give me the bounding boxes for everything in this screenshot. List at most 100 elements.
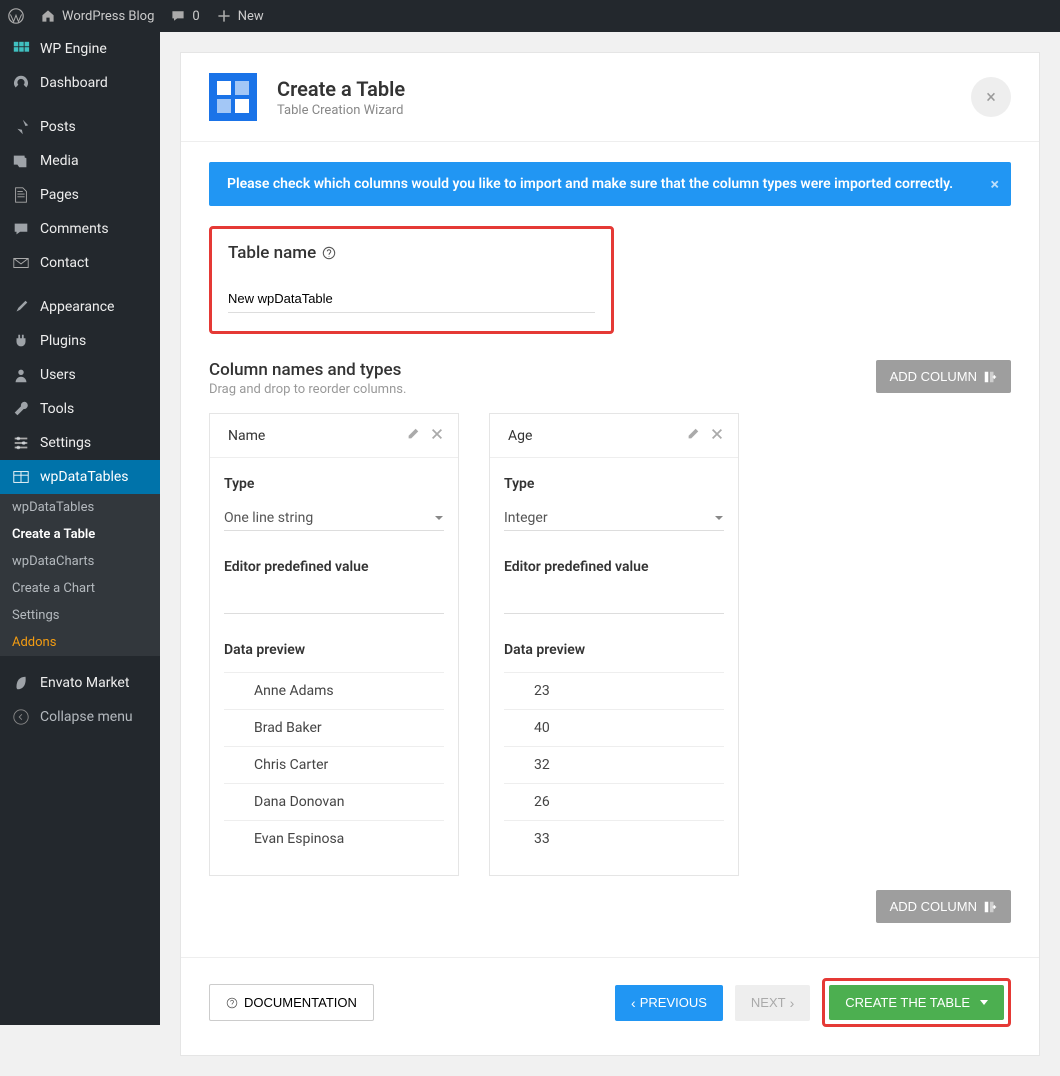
preview-label: Data preview: [504, 642, 724, 658]
column-name: Age: [502, 428, 678, 444]
previous-button[interactable]: ‹ PREVIOUS: [615, 985, 723, 1021]
columns-title: Column names and types: [209, 360, 406, 380]
grid-icon: [12, 40, 30, 58]
sidebar-item-appearance[interactable]: Appearance: [0, 290, 160, 324]
sidebar-item-comments[interactable]: Comments: [0, 212, 160, 246]
comment-icon: [170, 8, 186, 24]
card-header: Create a Table Table Creation Wizard ×: [181, 53, 1039, 142]
submenu-create-table[interactable]: Create a Table: [0, 521, 160, 548]
close-alert-button[interactable]: ×: [991, 175, 1000, 194]
pin-icon: [12, 118, 30, 136]
edit-column-button[interactable]: [684, 424, 702, 447]
submenu-wpdatacharts[interactable]: wpDataCharts: [0, 548, 160, 575]
create-table-button[interactable]: CREATE THE TABLE: [829, 985, 1004, 1020]
column-name: Name: [222, 428, 398, 444]
type-select[interactable]: Integer: [504, 506, 724, 531]
sidebar-label: Users: [40, 367, 76, 383]
delete-column-button[interactable]: [428, 424, 446, 447]
type-label: Type: [504, 476, 724, 492]
column-card-name[interactable]: Name Type One line string Editor predefi…: [209, 413, 459, 876]
preview-item: 33: [504, 820, 724, 857]
wrench-icon: [12, 400, 30, 418]
page-subtitle: Table Creation Wizard: [277, 103, 405, 118]
delete-column-button[interactable]: [708, 424, 726, 447]
preview-item: Evan Espinosa: [224, 820, 444, 857]
card-body: Please check which columns would you lik…: [181, 142, 1039, 957]
admin-bar: WordPress Blog 0 New: [0, 0, 1060, 32]
plus-icon: [216, 8, 232, 24]
leaf-icon: [12, 674, 30, 692]
submenu-settings[interactable]: Settings: [0, 602, 160, 629]
type-label: Type: [224, 476, 444, 492]
site-link[interactable]: WordPress Blog: [40, 8, 154, 24]
column-body: Type One line string Editor predefined v…: [210, 458, 458, 875]
help-icon: [226, 997, 238, 1009]
sidebar-label: Posts: [40, 119, 76, 135]
sidebar-item-wpengine[interactable]: WP Engine: [0, 32, 160, 66]
sidebar-label: Settings: [40, 435, 91, 451]
column-header: Name: [210, 414, 458, 458]
edit-column-button[interactable]: [404, 424, 422, 447]
collapse-menu[interactable]: Collapse menu: [0, 700, 160, 734]
sidebar-item-settings[interactable]: Settings: [0, 426, 160, 460]
add-column-button-bottom[interactable]: ADD COLUMN: [876, 890, 1011, 923]
column-header: Age: [490, 414, 738, 458]
table-name-section: Table name: [209, 226, 614, 334]
table-icon: [12, 468, 30, 486]
column-body: Type Integer Editor predefined value Dat…: [490, 458, 738, 875]
sidebar-item-media[interactable]: Media: [0, 144, 160, 178]
sidebar-label: Tools: [40, 401, 74, 417]
preview-label: Data preview: [224, 642, 444, 658]
close-icon: [710, 427, 724, 441]
page-title: Create a Table: [277, 77, 405, 101]
sidebar-item-contact[interactable]: Contact: [0, 246, 160, 280]
footer-actions: ‹ PREVIOUS NEXT › CREATE THE TABLE: [615, 978, 1011, 1027]
sidebar-item-tools[interactable]: Tools: [0, 392, 160, 426]
column-card-age[interactable]: Age Type Integer Editor predefined value…: [489, 413, 739, 876]
type-select[interactable]: One line string: [224, 506, 444, 531]
sidebar-item-users[interactable]: Users: [0, 358, 160, 392]
sidebar-item-pages[interactable]: Pages: [0, 178, 160, 212]
caret-down-icon: [980, 1000, 988, 1005]
wordpress-logo[interactable]: [8, 8, 24, 24]
close-button[interactable]: ×: [971, 77, 1011, 117]
sidebar-item-plugins[interactable]: Plugins: [0, 324, 160, 358]
comments-link[interactable]: 0: [170, 8, 199, 24]
sidebar-item-wpdatatables[interactable]: wpDataTables: [0, 460, 160, 494]
submenu-wpdatatables[interactable]: wpDataTables: [0, 494, 160, 521]
chevron-down-icon: [434, 513, 444, 523]
predefined-value-input[interactable]: [504, 589, 724, 614]
sidebar-item-dashboard[interactable]: Dashboard: [0, 66, 160, 100]
sidebar-item-envato[interactable]: Envato Market: [0, 666, 160, 700]
chevron-down-icon: [714, 513, 724, 523]
plug-icon: [12, 332, 30, 350]
wizard-footer: DOCUMENTATION ‹ PREVIOUS NEXT › CREATE T…: [181, 957, 1039, 1055]
brush-icon: [12, 298, 30, 316]
new-link[interactable]: New: [216, 8, 264, 24]
sidebar-item-posts[interactable]: Posts: [0, 110, 160, 144]
wpdatatables-logo: [209, 73, 257, 121]
sidebar-label: wpDataTables: [40, 469, 129, 485]
dashboard-icon: [12, 74, 30, 92]
preview-item: Anne Adams: [224, 672, 444, 709]
table-name-input[interactable]: [228, 285, 595, 313]
preview-item: Chris Carter: [224, 746, 444, 783]
predefined-value-input[interactable]: [224, 589, 444, 614]
submenu-create-chart[interactable]: Create a Chart: [0, 575, 160, 602]
site-name: WordPress Blog: [62, 9, 154, 24]
next-button: NEXT ›: [735, 985, 810, 1021]
preview-item: 40: [504, 709, 724, 746]
pencil-icon: [686, 427, 700, 441]
sliders-icon: [12, 434, 30, 452]
sidebar-label: Envato Market: [40, 675, 129, 691]
comments-count: 0: [192, 9, 199, 24]
submenu-addons[interactable]: Addons: [0, 629, 160, 656]
documentation-button[interactable]: DOCUMENTATION: [209, 984, 374, 1021]
wordpress-icon: [8, 8, 24, 24]
sidebar-submenu: wpDataTables Create a Table wpDataCharts…: [0, 494, 160, 656]
home-icon: [40, 8, 56, 24]
info-alert: Please check which columns would you lik…: [209, 162, 1011, 206]
sidebar-label: Contact: [40, 255, 89, 271]
add-column-button-top[interactable]: ADD COLUMN: [876, 360, 1011, 393]
help-icon[interactable]: [322, 246, 336, 260]
